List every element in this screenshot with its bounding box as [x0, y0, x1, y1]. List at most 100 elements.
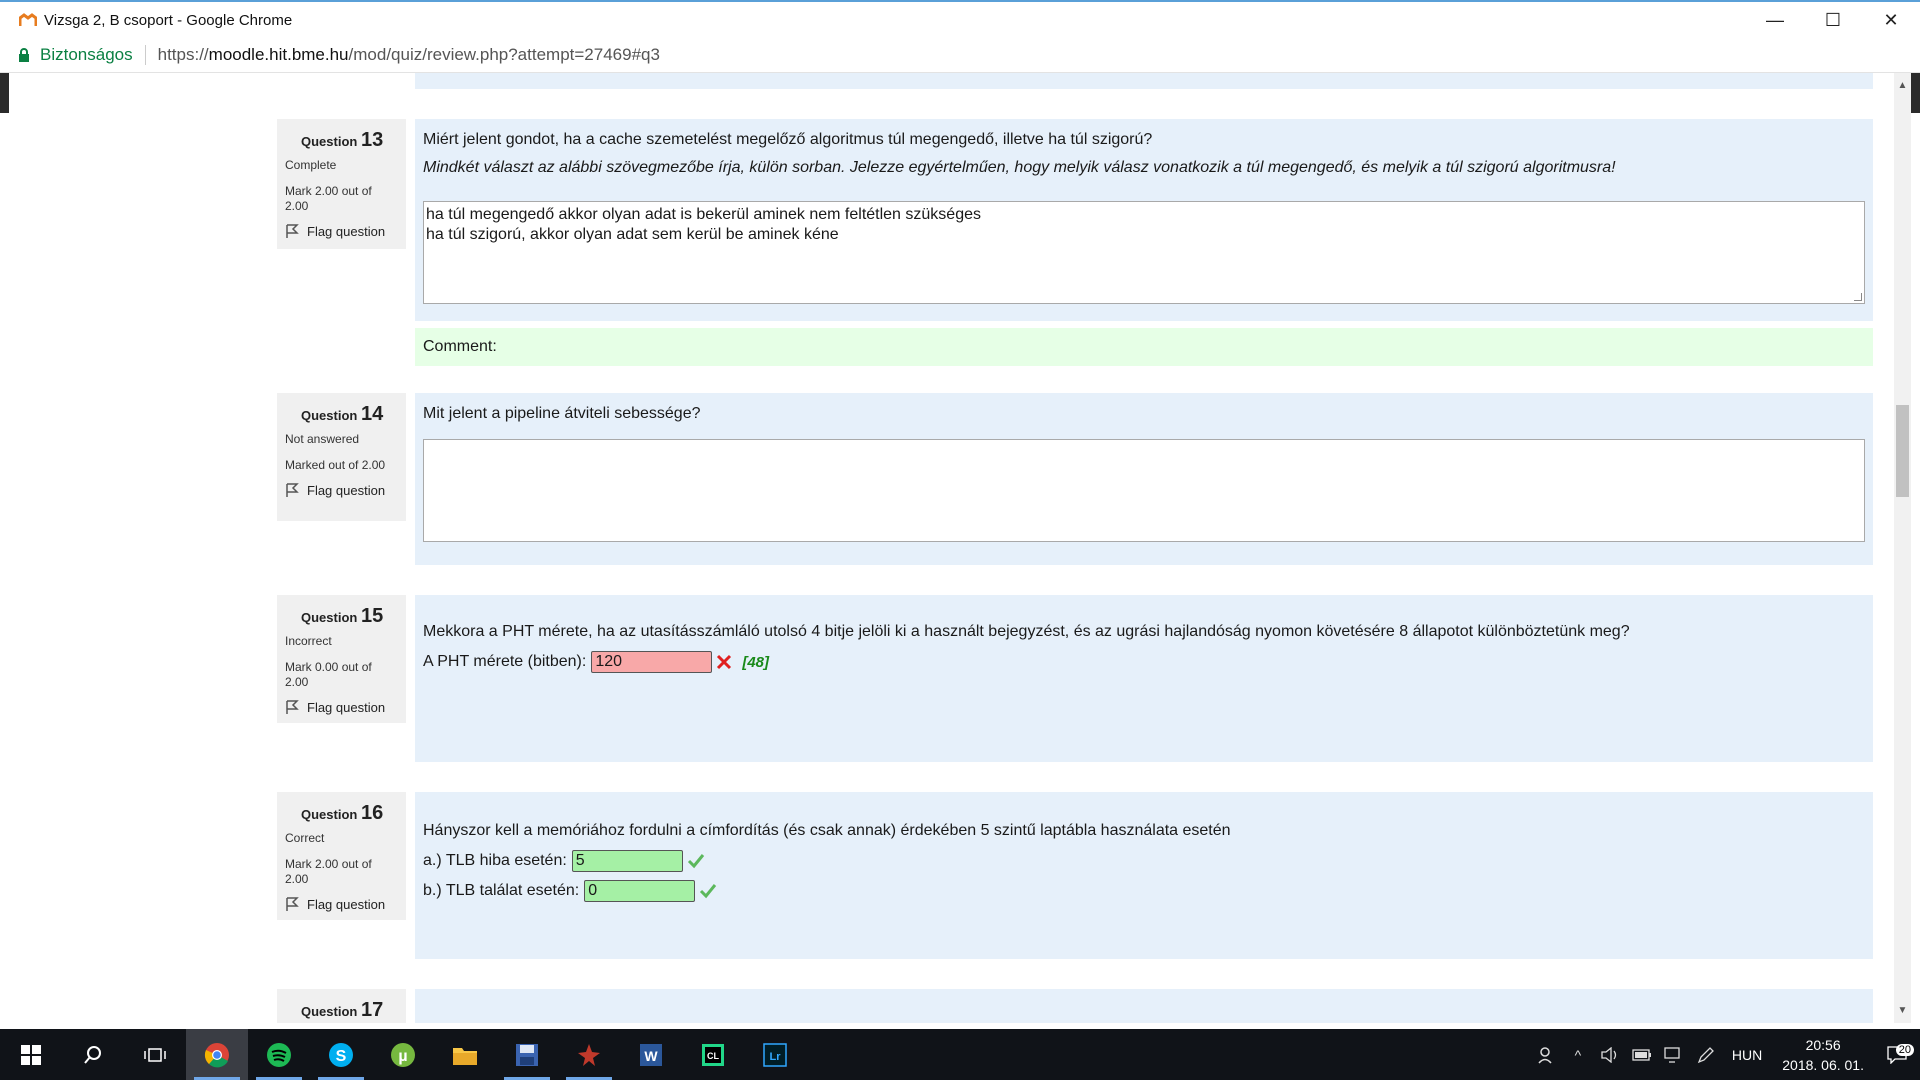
svg-text:S: S	[336, 1048, 347, 1065]
question-13-text: Miért jelent gondot, ha a cache szemetel…	[423, 131, 1153, 148]
question-17-info: Question 17	[277, 989, 406, 1023]
clion-taskbar-icon[interactable]: CL	[682, 1029, 744, 1080]
url-scheme: https://	[157, 45, 209, 64]
search-icon[interactable]	[62, 1029, 124, 1080]
question-15-flag[interactable]: Flag question	[285, 700, 398, 715]
flag-icon	[286, 700, 299, 714]
start-button[interactable]	[0, 1029, 62, 1080]
question-15-field-label: A PHT mérete (bitben):	[423, 653, 587, 670]
skype-taskbar-icon[interactable]: S	[310, 1029, 372, 1080]
resize-handle[interactable]	[1854, 293, 1862, 301]
address-bar[interactable]: Biztonságos https://moodle.hit.bme.hu/mo…	[0, 38, 1920, 73]
network-icon[interactable]	[1658, 1046, 1690, 1063]
question-15-number: Question 15	[301, 605, 384, 627]
close-button[interactable]: ✕	[1862, 2, 1920, 38]
question-16-info: Question 16 Correct Mark 2.00 out of 2.0…	[277, 792, 406, 920]
vertical-scrollbar[interactable]: ▲ ▼	[1894, 73, 1911, 1023]
url-host: moodle.hit.bme.hu	[208, 45, 349, 64]
secure-label[interactable]: Biztonságos	[40, 45, 133, 65]
question-13-state: Complete	[285, 158, 337, 172]
incorrect-x-icon	[716, 654, 732, 670]
word-taskbar-icon[interactable]: W	[620, 1029, 682, 1080]
question-15-text: Mekkora a PHT mérete, ha az utasításszám…	[423, 623, 1630, 640]
question-15-answer-row: A PHT mérete (bitben): 120 [48]	[423, 651, 1865, 673]
question-16-row-a: a.) TLB hiba esetén: 5	[423, 850, 1865, 872]
question-14-content: Mit jelent a pipeline átviteli sebessége…	[415, 393, 1873, 565]
notification-count: 20	[1895, 1043, 1914, 1056]
clock[interactable]: 20:56 2018. 06. 01.	[1782, 1035, 1864, 1075]
question-13-number: Question 13	[301, 129, 384, 151]
question-13-content: Miért jelent gondot, ha a cache szemetel…	[415, 119, 1873, 321]
utorrent-taskbar-icon[interactable]: µ	[372, 1029, 434, 1080]
people-icon[interactable]	[1530, 1046, 1562, 1064]
title-bar: Vizsga 2, B csoport - Google Chrome — ☐ …	[0, 0, 1920, 38]
question-16-flag[interactable]: Flag question	[285, 897, 398, 912]
question-16-text: Hányszor kell a memóriához fordulni a cí…	[423, 822, 1231, 839]
question-16-state: Correct	[285, 831, 325, 845]
answer-line-2: ha túl szigorú, akkor olyan adat sem ker…	[426, 226, 839, 243]
svg-text:CL: CL	[707, 1051, 719, 1061]
question-13-grade: Mark 2.00 out of 2.00	[285, 184, 372, 213]
scroll-thumb[interactable]	[1896, 405, 1909, 497]
taskbar: S µ W CL Lr ^ HUN 20:56 2018. 06. 01. 20	[0, 1029, 1920, 1080]
answer-line-1: ha túl megengedő akkor olyan adat is bek…	[426, 206, 981, 223]
question-13-flag[interactable]: Flag question	[285, 224, 398, 239]
question-14-number: Question 14	[301, 403, 384, 425]
left-edge	[0, 73, 9, 113]
question-15-grade: Mark 0.00 out of 2.00	[285, 660, 372, 689]
clock-time: 20:56	[1805, 1036, 1841, 1053]
action-center-icon[interactable]: 20	[1874, 1043, 1920, 1064]
question-16-a-field[interactable]: 5	[571, 850, 683, 872]
question-14-text: Mit jelent a pipeline átviteli sebessége…	[423, 405, 701, 422]
question-15-answer-field[interactable]: 120	[591, 651, 713, 673]
question-17-number: Question 17	[301, 999, 384, 1021]
right-edge	[1911, 73, 1920, 113]
system-tray: ^ HUN 20:56 2018. 06. 01. 20	[1530, 1029, 1920, 1080]
volume-icon[interactable]	[1594, 1046, 1626, 1063]
question-14-state: Not answered	[285, 432, 360, 446]
browser-window: Vizsga 2, B csoport - Google Chrome — ☐ …	[0, 0, 1920, 1080]
chevron-up-icon[interactable]: ^	[1562, 1047, 1594, 1063]
question-13-comment: Comment:	[415, 328, 1873, 366]
question-16-b-label: b.) TLB találat esetén:	[423, 882, 580, 899]
svg-text:Lr: Lr	[770, 1051, 782, 1063]
flag-icon	[286, 224, 299, 238]
spotify-taskbar-icon[interactable]	[248, 1029, 310, 1080]
question-17-content	[415, 989, 1873, 1023]
flag-icon	[286, 483, 299, 497]
lightroom-taskbar-icon[interactable]: Lr	[744, 1029, 806, 1080]
question-15-info: Question 15 Incorrect Mark 0.00 out of 2…	[277, 595, 406, 723]
question-16-grade: Mark 2.00 out of 2.00	[285, 857, 372, 886]
game-taskbar-icon[interactable]	[558, 1029, 620, 1080]
svg-text:µ: µ	[398, 1048, 407, 1065]
save-app-taskbar-icon[interactable]	[496, 1029, 558, 1080]
pen-icon[interactable]	[1690, 1046, 1722, 1064]
question-14-grade: Marked out of 2.00	[285, 458, 386, 472]
window-title: Vizsga 2, B csoport - Google Chrome	[44, 11, 293, 29]
question-13-hint: Mindkét választ az alábbi szövegmezőbe í…	[423, 159, 1616, 176]
question-16-a-label: a.) TLB hiba esetén:	[423, 852, 567, 869]
correct-check-icon	[699, 882, 717, 900]
minimize-button[interactable]: —	[1746, 2, 1804, 38]
input-language[interactable]: HUN	[1732, 1047, 1762, 1063]
url-text[interactable]: https://moodle.hit.bme.hu/mod/quiz/revie…	[158, 45, 660, 65]
question-14-flag[interactable]: Flag question	[285, 483, 398, 498]
question-14-info: Question 14 Not answered Marked out of 2…	[277, 393, 406, 521]
chrome-taskbar-icon[interactable]	[186, 1029, 248, 1080]
lock-icon[interactable]	[18, 48, 30, 62]
clock-date: 2018. 06. 01.	[1782, 1056, 1864, 1073]
moodle-logo-icon	[18, 12, 38, 28]
scroll-down-icon[interactable]: ▼	[1894, 1002, 1911, 1019]
correct-check-icon	[687, 852, 705, 870]
maximize-button[interactable]: ☐	[1804, 2, 1862, 38]
scroll-up-icon[interactable]: ▲	[1894, 77, 1911, 94]
battery-icon[interactable]	[1626, 1048, 1658, 1061]
question-16-number: Question 16	[301, 802, 384, 824]
question-13-answer[interactable]: ha túl megengedő akkor olyan adat is bek…	[423, 201, 1865, 304]
previous-question-bottom	[415, 73, 1873, 89]
task-view-icon[interactable]	[124, 1029, 186, 1080]
url-path: /mod/quiz/review.php?attempt=27469#q3	[348, 45, 660, 64]
question-14-answer[interactable]	[423, 439, 1865, 542]
question-16-b-field[interactable]: 0	[584, 880, 696, 902]
file-explorer-taskbar-icon[interactable]	[434, 1029, 496, 1080]
